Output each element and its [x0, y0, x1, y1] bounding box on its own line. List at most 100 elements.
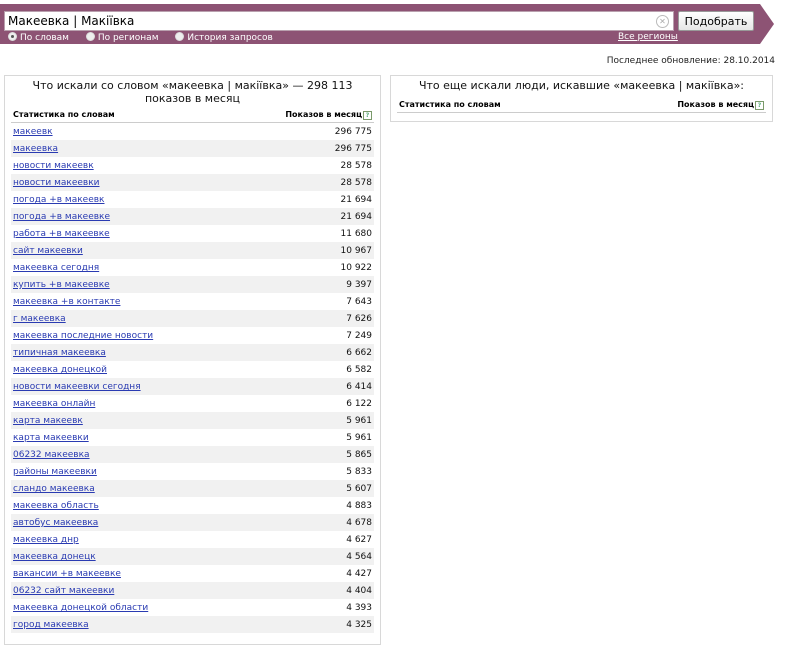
impressions-count: 4 393 [346, 603, 372, 613]
table-row: макеевка 296 775 [11, 140, 374, 157]
keyword-link[interactable]: макеевка последние новости [13, 331, 153, 341]
impressions-count: 6 122 [346, 399, 372, 409]
impressions-count: 11 680 [340, 229, 373, 239]
keyword-link[interactable]: купить +в макеевке [13, 280, 110, 290]
mode-label: История запросов [187, 33, 273, 43]
column-count-label: Показов в месяц [285, 110, 362, 119]
impressions-count: 28 578 [340, 178, 373, 188]
impressions-count: 10 922 [340, 263, 373, 273]
keyword-link[interactable]: районы макеевки [13, 467, 97, 477]
table-row: работа +в макеевке 11 680 [11, 225, 374, 242]
table-row: город макеевка 4 325 [11, 616, 374, 633]
table-row: макеевка +в контакте 7 643 [11, 293, 374, 310]
column-count: Показов в месяц? [677, 100, 764, 110]
table-row: макеевка днр 4 627 [11, 531, 374, 548]
search-button[interactable]: Подобрать [678, 11, 754, 31]
keyword-link[interactable]: новости макеевки [13, 178, 100, 188]
impressions-count: 6 582 [346, 365, 372, 375]
help-icon[interactable]: ? [363, 111, 372, 120]
radio-icon[interactable] [175, 32, 185, 41]
table-row: макеевка донецк 4 564 [11, 548, 374, 565]
impressions-count: 296 775 [334, 127, 372, 137]
table-row: макеевка область 4 883 [11, 497, 374, 514]
keyword-link[interactable]: погода +в макеевке [13, 212, 110, 222]
mode-by-regions[interactable]: По регионам [85, 32, 159, 43]
search-mode-group: По словам По регионам История запросов [8, 32, 287, 46]
impressions-count: 10 967 [340, 246, 373, 256]
table-row: новости макеевки сегодня 6 414 [11, 378, 374, 395]
table-row: макеевка донецкой 6 582 [11, 361, 374, 378]
impressions-count: 5 961 [346, 416, 372, 426]
last-update-text: Последнее обновление: 28.10.2014 [606, 56, 775, 66]
keyword-link[interactable]: погода +в макеевк [13, 195, 105, 205]
table-row: макеевк 296 775 [11, 123, 374, 140]
impressions-count: 28 578 [340, 161, 373, 171]
table-row: новости макеевк 28 578 [11, 157, 374, 174]
table-row: погода +в макеевке 21 694 [11, 208, 374, 225]
table-row: 06232 сайт макеевки 4 404 [11, 582, 374, 599]
keywords-table-header: Статистика по словам Показов в месяц? [11, 109, 374, 123]
search-input[interactable] [8, 12, 648, 30]
table-row: сайт макеевки 10 967 [11, 242, 374, 259]
keyword-link[interactable]: сайт макеевки [13, 246, 83, 256]
impressions-count: 4 427 [346, 569, 372, 579]
table-row: макеевка сегодня 10 922 [11, 259, 374, 276]
impressions-count: 7 626 [346, 314, 372, 324]
table-row: макеевка донецкой области 4 393 [11, 599, 374, 616]
table-row: карта макеевки 5 961 [11, 429, 374, 446]
table-row: автобус макеевка 4 678 [11, 514, 374, 531]
related-table-header: Статистика по словам Показов в месяц? [397, 99, 766, 113]
keyword-link[interactable]: макеевка донецкой области [13, 603, 148, 613]
related-panel-title: Что еще искали люди, искавшие «макеевка … [418, 79, 745, 92]
keyword-link[interactable]: работа +в макеевке [13, 229, 110, 239]
mode-history[interactable]: История запросов [175, 32, 273, 43]
keyword-link[interactable]: 06232 сайт макеевки [13, 586, 114, 596]
table-row: макеевка последние новости 7 249 [11, 327, 374, 344]
keyword-link[interactable]: сландо макеевка [13, 484, 95, 494]
impressions-count: 4 627 [346, 535, 372, 545]
all-regions-link[interactable]: Все регионы [618, 32, 678, 42]
keyword-link[interactable]: макеевка донецкой [13, 365, 107, 375]
keyword-link[interactable]: новости макеевк [13, 161, 94, 171]
table-row: новости макеевки 28 578 [11, 174, 374, 191]
impressions-count: 4 564 [346, 552, 372, 562]
keyword-link[interactable]: макеевка +в контакте [13, 297, 120, 307]
impressions-count: 7 249 [346, 331, 372, 341]
impressions-count: 296 775 [334, 144, 372, 154]
search-box[interactable]: ✕ [4, 11, 674, 31]
table-row: г макеевка 7 626 [11, 310, 374, 327]
keyword-link[interactable]: город макеевка [13, 620, 89, 630]
keyword-link[interactable]: макеевка онлайн [13, 399, 95, 409]
clear-icon[interactable]: ✕ [656, 15, 669, 28]
radio-icon[interactable] [85, 32, 95, 41]
search-header: ✕ Подобрать По словам По регионам Истори… [0, 4, 760, 44]
keyword-link[interactable]: карта макеевк [13, 416, 83, 426]
keyword-link[interactable]: макеевк [13, 127, 53, 137]
radio-icon[interactable] [8, 32, 17, 41]
impressions-count: 4 678 [346, 518, 372, 528]
keyword-link[interactable]: макеевка днр [13, 535, 79, 545]
table-row: купить +в макеевке 9 397 [11, 276, 374, 293]
keyword-link[interactable]: макеевка область [13, 501, 99, 511]
column-count: Показов в месяц? [285, 110, 372, 120]
keyword-link[interactable]: 06232 макеевка [13, 450, 90, 460]
column-keyword: Статистика по словам [13, 110, 115, 119]
keyword-link[interactable]: типичная макеевка [13, 348, 106, 358]
impressions-count: 5 961 [346, 433, 372, 443]
help-icon[interactable]: ? [755, 101, 764, 110]
keyword-link[interactable]: макеевка донецк [13, 552, 96, 562]
keyword-link[interactable]: новости макеевки сегодня [13, 382, 141, 392]
mode-by-words[interactable]: По словам [8, 32, 69, 43]
keyword-link[interactable]: автобус макеевка [13, 518, 98, 528]
impressions-count: 6 662 [346, 348, 372, 358]
keyword-link[interactable]: вакансии +в макеевке [13, 569, 121, 579]
keyword-link[interactable]: карта макеевки [13, 433, 89, 443]
keyword-link[interactable]: макеевка сегодня [13, 263, 99, 273]
column-keyword: Статистика по словам [399, 100, 501, 109]
impressions-count: 21 694 [340, 195, 373, 205]
keyword-link[interactable]: макеевка [13, 144, 58, 154]
impressions-count: 5 865 [346, 450, 372, 460]
keyword-link[interactable]: г макеевка [13, 314, 66, 324]
table-row: макеевка онлайн 6 122 [11, 395, 374, 412]
table-row: карта макеевк 5 961 [11, 412, 374, 429]
